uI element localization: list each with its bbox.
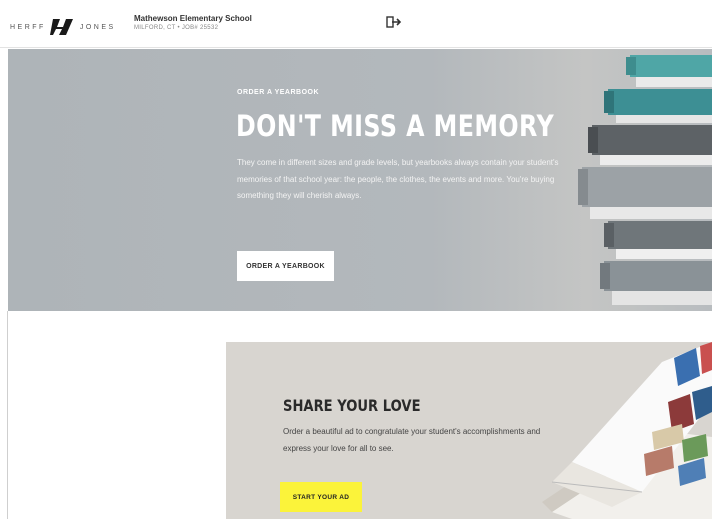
order-yearbook-button[interactable]: ORDER A YEARBOOK xyxy=(237,251,334,281)
start-your-ad-button[interactable]: START YOUR AD xyxy=(280,482,362,512)
hero-banner: ORDER A YEARBOOK DON'T MISS A MEMORY The… xyxy=(8,49,712,311)
share-description: Order a beautiful ad to congratulate you… xyxy=(283,427,541,453)
logo-word-left: HERFF xyxy=(10,23,46,31)
page-divider xyxy=(7,311,8,519)
school-info: Mathewson Elementary School MILFORD, CT … xyxy=(134,14,252,31)
school-location: MILFORD, CT • JOB# 25532 xyxy=(134,25,219,31)
open-yearbook-image xyxy=(542,342,712,519)
herff-jones-logo[interactable]: HERFF JONES xyxy=(10,17,116,37)
share-your-love-section: SHARE YOUR LOVE Order a beautiful ad to … xyxy=(226,342,712,519)
school-name: Mathewson Elementary School xyxy=(134,14,252,23)
book-stack-image xyxy=(578,55,712,305)
share-title: SHARE YOUR LOVE xyxy=(283,396,421,415)
site-header: HERFF JONES Mathewson Elementary School … xyxy=(0,0,712,48)
hero-eyebrow: ORDER A YEARBOOK xyxy=(237,89,320,96)
sign-out-icon[interactable] xyxy=(386,15,402,29)
logo-mark-icon xyxy=(49,19,73,35)
hero-description: They come in different sizes and grade l… xyxy=(237,158,559,200)
hero-title: DON'T MISS A MEMORY xyxy=(236,109,555,143)
logo-word-right: JONES xyxy=(79,23,116,31)
